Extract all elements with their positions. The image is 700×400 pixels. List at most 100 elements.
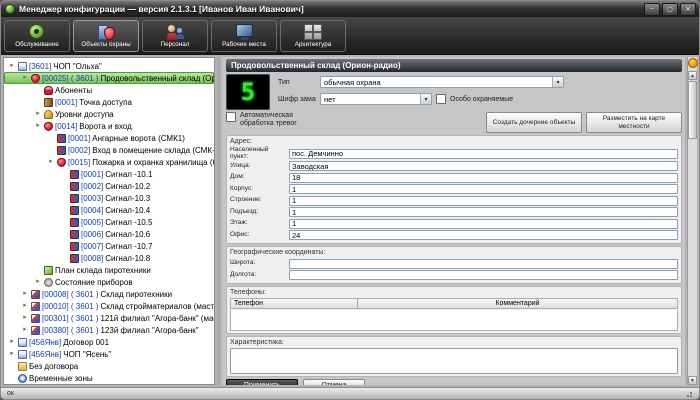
scroll-thumb[interactable] [688, 81, 697, 139]
object-title-bar: Продовольственный склад (Орион-радио) [226, 59, 682, 72]
tree-item[interactable]: ▸[00010] ( 3601 )Склад стройматериалов (… [4, 300, 214, 312]
scroll-up-icon[interactable]: ▲ [688, 71, 697, 80]
toolbar-button-architecture[interactable]: Архитектура [280, 20, 346, 52]
toolbar-button-personnel[interactable]: Персонал [142, 20, 208, 52]
tree-item[interactable]: [0004]Сигнал-10.4 [4, 204, 214, 216]
phones-table-body[interactable] [230, 310, 678, 331]
apply-button[interactable]: Применить [226, 379, 298, 385]
tree-item[interactable]: ▸[0015]Пожарка и охранка хранилища (Сигн… [4, 156, 214, 168]
tree-item-number: [00008] ( 3601 ) [42, 290, 98, 299]
toolbar-button-objects[interactable]: Объекты охраны [73, 20, 139, 52]
expand-arrow-icon[interactable]: ▸ [34, 122, 42, 130]
scroll-down-icon[interactable]: ▼ [688, 376, 697, 385]
address-field-input[interactable] [289, 196, 678, 206]
expand-arrow-icon[interactable]: ▸ [21, 74, 29, 82]
tree-item[interactable]: ▸[456Янв]Договор 001 [4, 336, 214, 348]
tree-item[interactable]: [0002]Сигнал-10.2 [4, 180, 214, 192]
geo-field-input[interactable] [289, 270, 678, 280]
address-field-input[interactable] [289, 161, 678, 171]
clock-icon [18, 374, 27, 383]
address-field-input[interactable] [289, 219, 678, 229]
place-on-map-button[interactable]: Разместить на карте местности [586, 112, 682, 133]
architecture-icon [304, 24, 322, 40]
tree-item[interactable]: ▸[00025] ( 3601 )Продовольственный склад… [4, 72, 214, 84]
panel-splitter[interactable] [217, 57, 220, 385]
expand-arrow-icon[interactable]: ▸ [47, 158, 55, 166]
tree-item[interactable]: ▸[00301] ( 3601 )121й филиал "Агора-банк… [4, 312, 214, 324]
tree-item[interactable]: [0005]Сигнал -10.5 [4, 216, 214, 228]
tree-item[interactable]: ▸Уровни доступа [4, 108, 214, 120]
toolbar-button-service[interactable]: Обслуживание [4, 20, 70, 52]
tree-item-label: Без договора [29, 362, 78, 371]
chevron-down-icon[interactable]: ▾ [420, 94, 431, 104]
alert-icon[interactable] [688, 58, 698, 68]
address-field-input[interactable] [289, 230, 678, 240]
maximize-button[interactable]: ▢ [662, 3, 678, 16]
toolbar-button-workplaces[interactable]: Рабочие места [211, 20, 277, 52]
tree-item[interactable]: ▸[0014]Ворота и вход [4, 120, 214, 132]
expand-arrow-icon[interactable]: ▸ [8, 350, 16, 358]
tree-item[interactable]: ▸[456Янв]ЧОП "Ясень" [4, 348, 214, 360]
tree-item[interactable]: [0006]Сигнал-10.6 [4, 228, 214, 240]
phones-group: Телефоны: Телефон Комментарий [226, 286, 682, 334]
geo-field-input[interactable] [289, 259, 678, 269]
device-icon [70, 254, 79, 263]
contract-icon [18, 350, 27, 359]
tree-item[interactable]: ▸[00008] ( 3601 )Склад пиротехники [4, 288, 214, 300]
tree-item[interactable]: [0003]Сигнал-10.3 [4, 192, 214, 204]
shield-icon [57, 158, 66, 167]
tree-item-label: Сигнал-10.3 [105, 194, 150, 203]
phones-title: Телефоны: [230, 289, 678, 297]
address-field-input[interactable] [289, 184, 678, 194]
tree-item[interactable]: ▸[00380] ( 3601 )123й филиал "Агора-банк… [4, 324, 214, 336]
auto-alarm-checkbox[interactable] [226, 112, 236, 122]
close-button[interactable]: ✕ [680, 3, 696, 16]
tree-item[interactable]: [0008]Сигнал-10.8 [4, 252, 214, 264]
tree-item-label: Сигнал-10.4 [105, 206, 150, 215]
resize-grip[interactable] [684, 389, 693, 398]
expand-arrow-icon[interactable]: ▸ [21, 290, 29, 298]
tree-item[interactable]: [0001]Ангарные ворота (СМК1) [4, 132, 214, 144]
expand-arrow-icon[interactable]: ▸ [34, 110, 42, 118]
address-field-input[interactable] [289, 149, 678, 159]
expand-arrow-icon[interactable]: ▸ [21, 326, 29, 334]
doc-icon [31, 290, 40, 299]
geo-field-label: Долгота: [230, 272, 286, 279]
type-select[interactable]: обычная охрана ▾ [320, 76, 564, 88]
expand-arrow-icon[interactable]: ▸ [8, 338, 16, 346]
tree-item[interactable]: [0002]Вход в помещение склада (СМК-2) [4, 144, 214, 156]
key-icon [44, 110, 53, 119]
tree-item[interactable]: ▸Состояние приборов [4, 276, 214, 288]
chevron-down-icon[interactable]: ▾ [552, 77, 563, 87]
contract-icon [18, 62, 27, 71]
expand-arrow-icon[interactable]: ▸ [8, 62, 16, 70]
tree-item[interactable]: План склада пиротехники [4, 264, 214, 276]
main-toolbar: ОбслуживаниеОбъекты охраныПерсоналРабочи… [1, 17, 699, 55]
address-field-input[interactable] [289, 207, 678, 217]
create-children-button[interactable]: Создать дочерние объекты [486, 112, 582, 133]
state-icon [44, 278, 53, 287]
tree-item[interactable]: Абоненты [4, 84, 214, 96]
tree-item[interactable]: [0001]Точка доступа [4, 96, 214, 108]
cipher-select[interactable]: нет ▾ [320, 93, 432, 105]
tree-item[interactable]: Временные зоны [4, 372, 214, 384]
window-title: Менеджер конфигурации — версия 2.1.3.1 [… [19, 4, 642, 14]
tree-item-label: Временные зоны [29, 374, 93, 383]
vertical-scrollbar[interactable]: ▲ ▼ [687, 57, 697, 385]
tree-item[interactable]: ▸[3601]ЧОП "Ольха" [4, 60, 214, 72]
tree-item[interactable]: [0007]Сигнал -10.7 [4, 240, 214, 252]
characteristic-group: Характеристика: [226, 336, 682, 377]
expand-arrow-icon[interactable]: ▸ [21, 302, 29, 310]
special-guard-checkbox[interactable] [436, 94, 446, 104]
minimize-button[interactable]: – [644, 3, 660, 16]
expand-arrow-icon[interactable]: ▸ [34, 278, 42, 286]
mid-section: Автоматическая обработка тревог Создать … [226, 112, 682, 133]
tree-item[interactable]: Без договора [4, 360, 214, 372]
expand-arrow-icon[interactable]: ▸ [21, 314, 29, 322]
gear-icon [28, 24, 46, 40]
phone-column-header: Телефон [231, 299, 358, 308]
address-field-input[interactable] [289, 173, 678, 183]
characteristic-textarea[interactable] [230, 348, 678, 374]
tree-item[interactable]: [0001]Сигнал -10.1 [4, 168, 214, 180]
cancel-button[interactable]: Отмена [303, 379, 365, 385]
